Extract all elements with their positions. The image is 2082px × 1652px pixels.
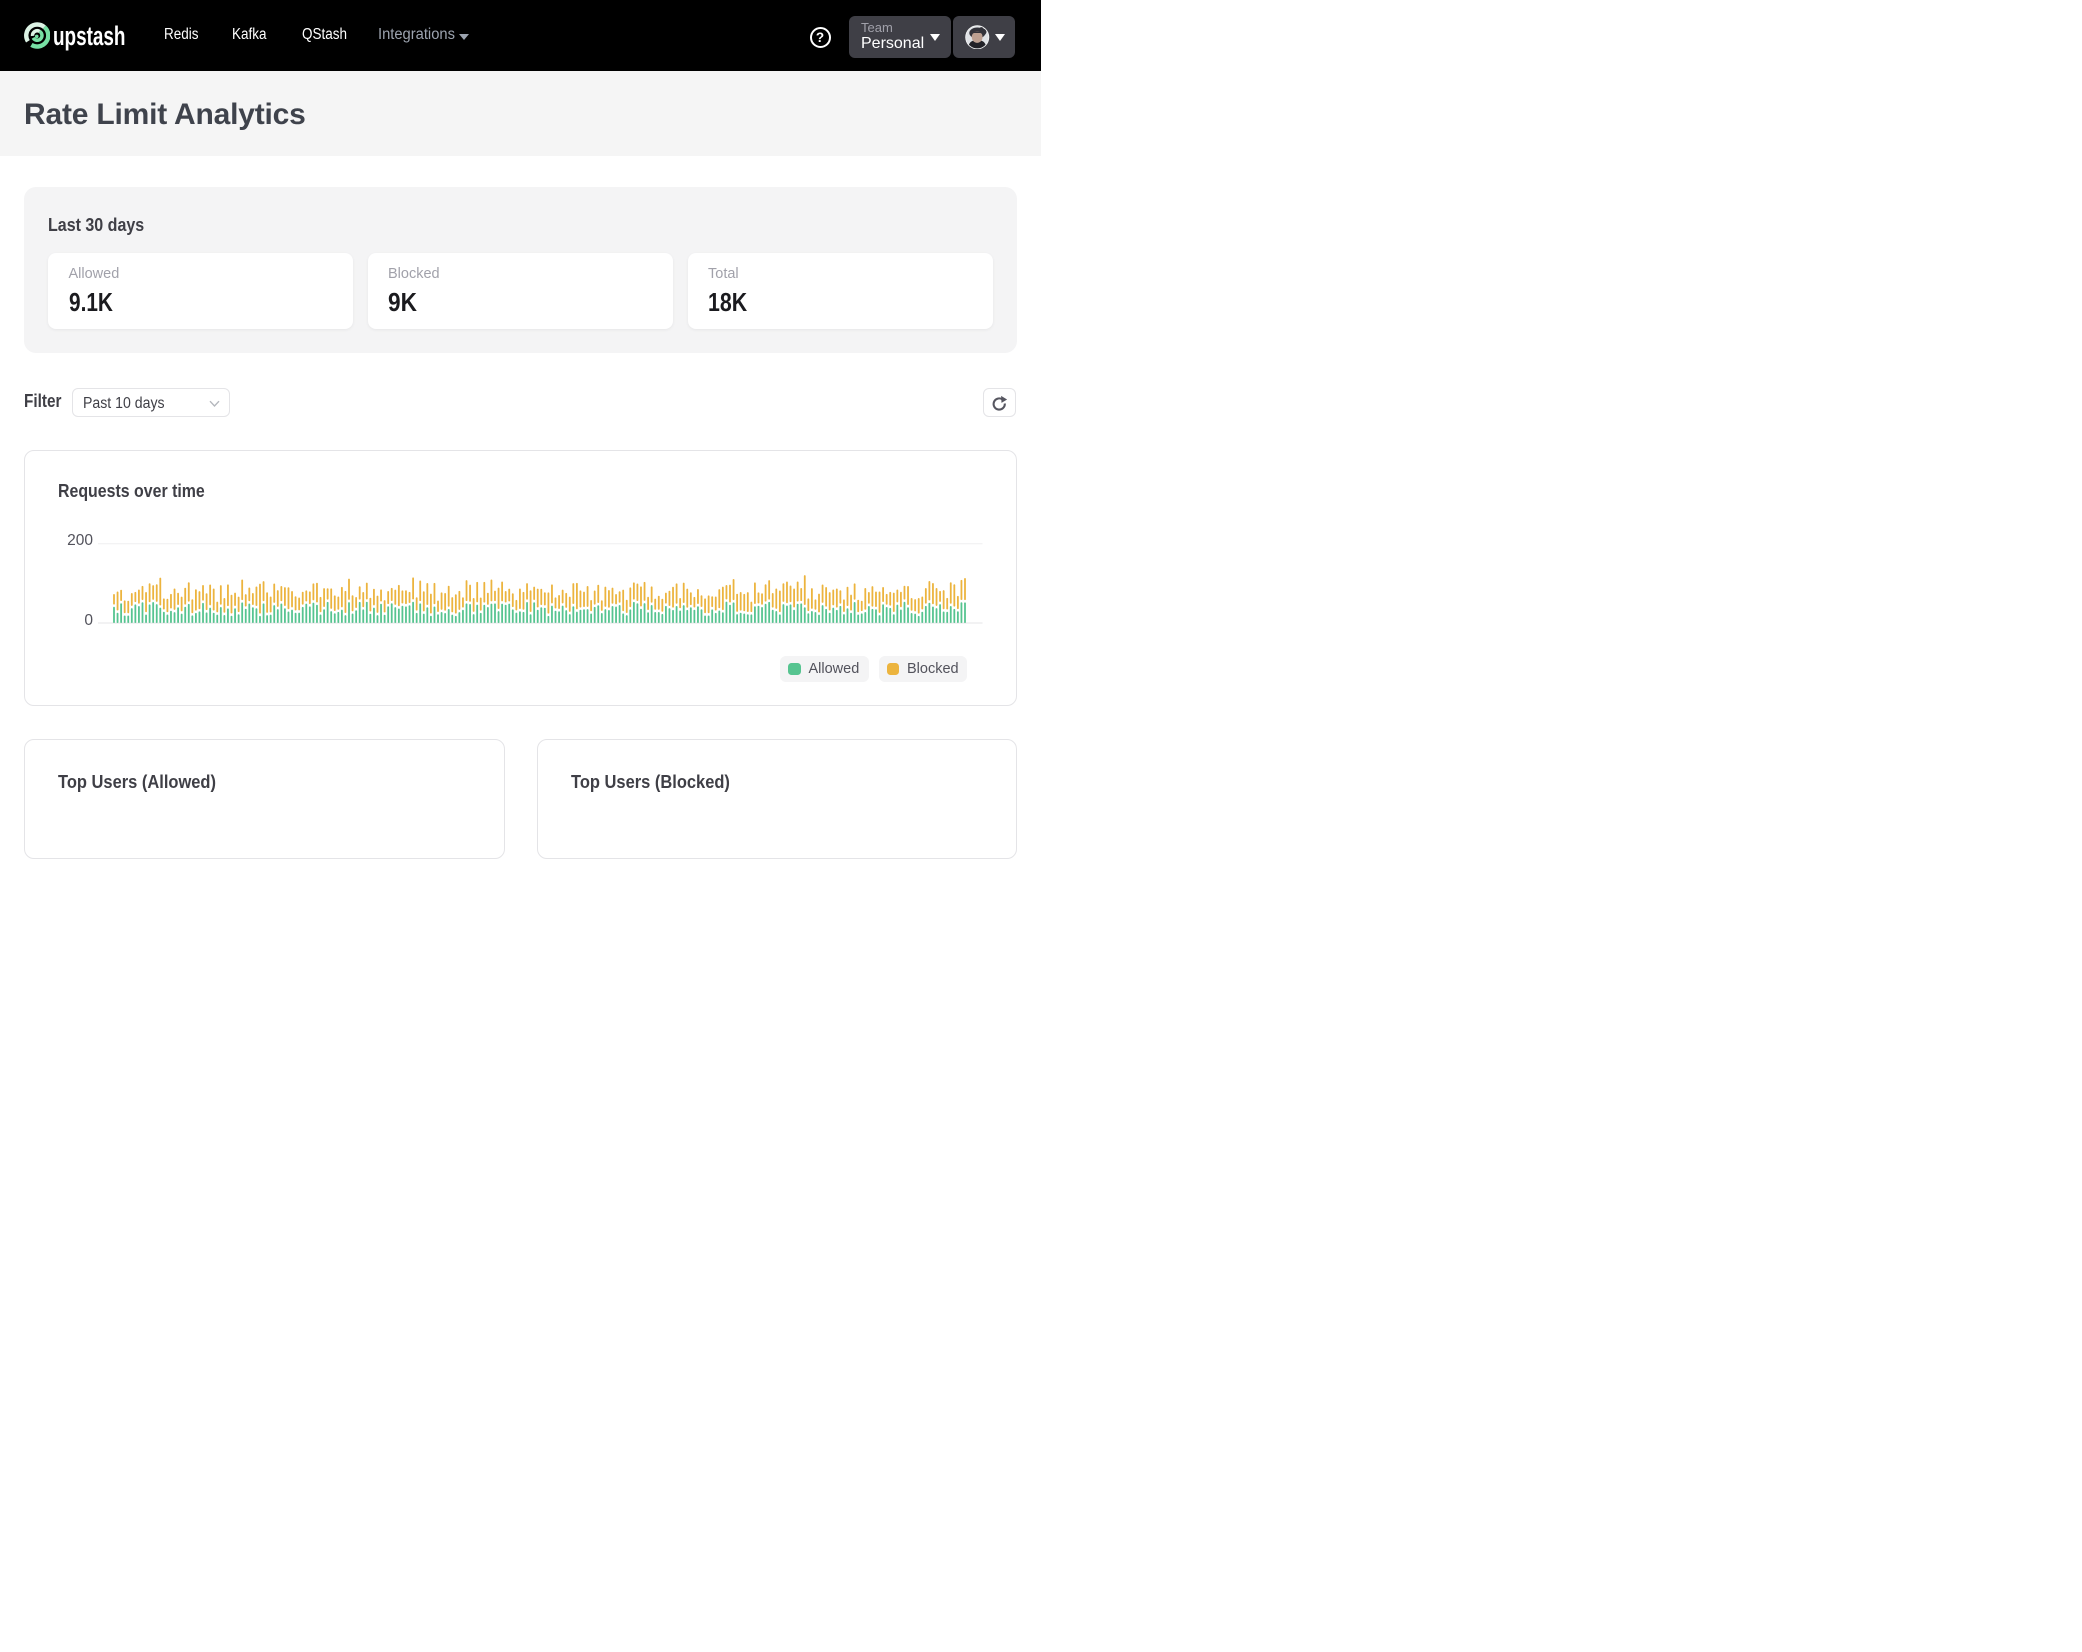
svg-text:200: 200	[67, 532, 93, 549]
svg-text:0: 0	[84, 612, 93, 629]
